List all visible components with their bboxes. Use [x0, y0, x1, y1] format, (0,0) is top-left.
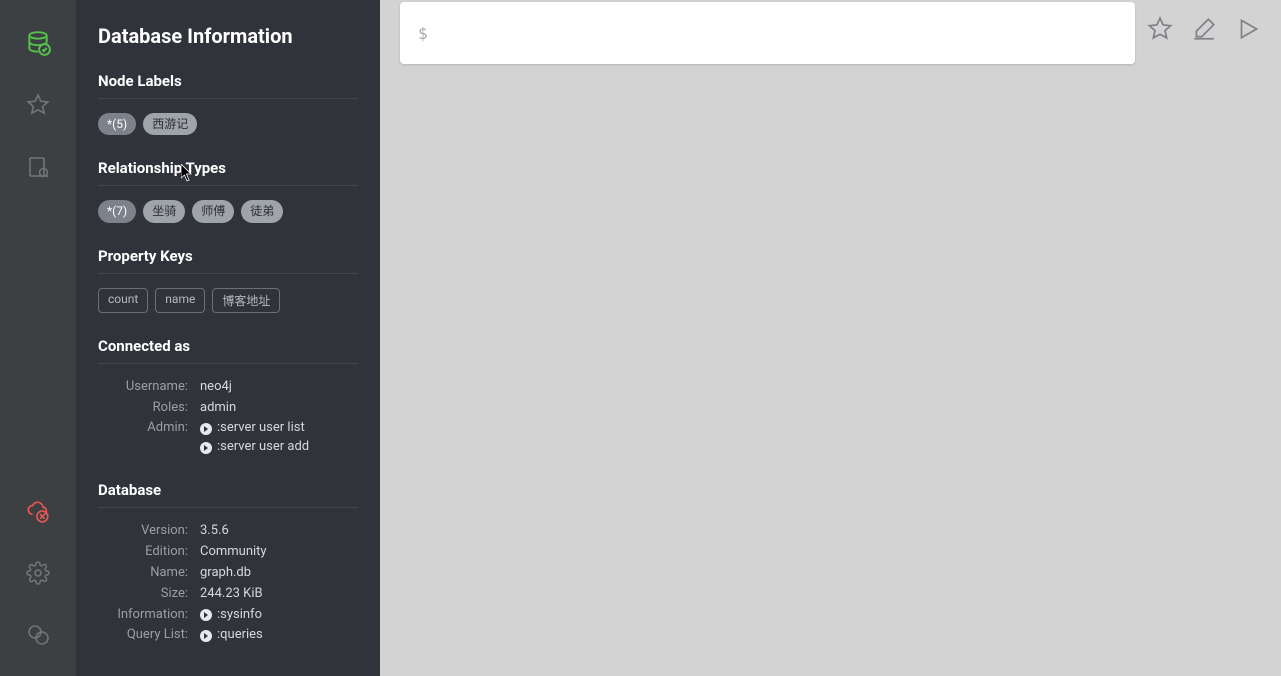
editor-toolbar	[1147, 16, 1261, 42]
favorites-icon[interactable]	[0, 74, 76, 136]
cmd-queries[interactable]: :queries	[200, 626, 263, 645]
sidebar-panel: Database Information Node Labels *(5) 西游…	[76, 0, 380, 676]
documents-icon[interactable]	[0, 136, 76, 198]
play-icon	[200, 442, 212, 454]
erase-icon[interactable]	[1191, 16, 1217, 42]
database-list: Version:3.5.6 Edition:Community Name:gra…	[98, 522, 358, 645]
left-rail	[0, 0, 76, 676]
node-labels-chips: *(5) 西游记	[98, 113, 358, 135]
cmd-user-list[interactable]: :server user list	[200, 419, 309, 438]
node-labels-heading: Node Labels	[98, 72, 358, 90]
sidebar-title: Database Information	[98, 24, 358, 48]
query-editor[interactable]: $	[400, 2, 1135, 64]
cloud-sync-icon[interactable]	[0, 480, 76, 542]
rel-type-all[interactable]: *(7)	[98, 200, 136, 222]
prop-key-item[interactable]: count	[98, 288, 148, 313]
cmd-user-add[interactable]: :server user add	[200, 438, 309, 457]
favorite-icon[interactable]	[1147, 16, 1173, 42]
prop-key-item[interactable]: 博客地址	[212, 288, 280, 313]
version-label: Version:	[98, 522, 200, 541]
version-value: 3.5.6	[200, 522, 229, 541]
edition-value: Community	[200, 543, 267, 562]
connected-list: Username:neo4j Roles:admin Admin: :serve…	[98, 378, 358, 457]
query-input[interactable]	[436, 24, 1117, 42]
database-heading: Database	[98, 481, 358, 499]
main-area: $	[380, 0, 1281, 676]
username-value: neo4j	[200, 378, 232, 397]
username-label: Username:	[98, 378, 200, 397]
about-icon[interactable]	[0, 604, 76, 666]
play-icon	[200, 423, 212, 435]
roles-value: admin	[200, 399, 236, 418]
name-value: graph.db	[200, 564, 251, 583]
prop-keys-heading: Property Keys	[98, 247, 358, 265]
size-value: 244.23 KiB	[200, 585, 263, 604]
name-label: Name:	[98, 564, 200, 583]
querylist-label: Query List:	[98, 626, 200, 645]
node-label-item[interactable]: 西游记	[143, 113, 197, 135]
settings-icon[interactable]	[0, 542, 76, 604]
roles-label: Roles:	[98, 399, 200, 418]
connected-heading: Connected as	[98, 337, 358, 355]
admin-label: Admin:	[98, 419, 200, 438]
db-info-icon[interactable]	[0, 12, 76, 74]
play-icon	[200, 630, 212, 642]
prop-key-item[interactable]: name	[155, 288, 205, 313]
rel-type-item[interactable]: 徒弟	[241, 200, 283, 222]
run-icon[interactable]	[1235, 16, 1261, 42]
rel-type-item[interactable]: 坐骑	[143, 200, 185, 222]
edition-label: Edition:	[98, 543, 200, 562]
size-label: Size:	[98, 585, 200, 604]
play-icon	[200, 609, 212, 621]
info-label: Information:	[98, 606, 200, 625]
rel-types-heading: Relationship Types	[98, 159, 358, 177]
rel-type-item[interactable]: 师傅	[192, 200, 234, 222]
node-label-all[interactable]: *(5)	[98, 113, 136, 135]
cmd-sysinfo[interactable]: :sysinfo	[200, 606, 262, 625]
prop-keys-chips: count name 博客地址	[98, 288, 358, 313]
rel-types-chips: *(7) 坐骑 师傅 徒弟	[98, 200, 358, 222]
editor-prompt: $	[418, 24, 428, 43]
